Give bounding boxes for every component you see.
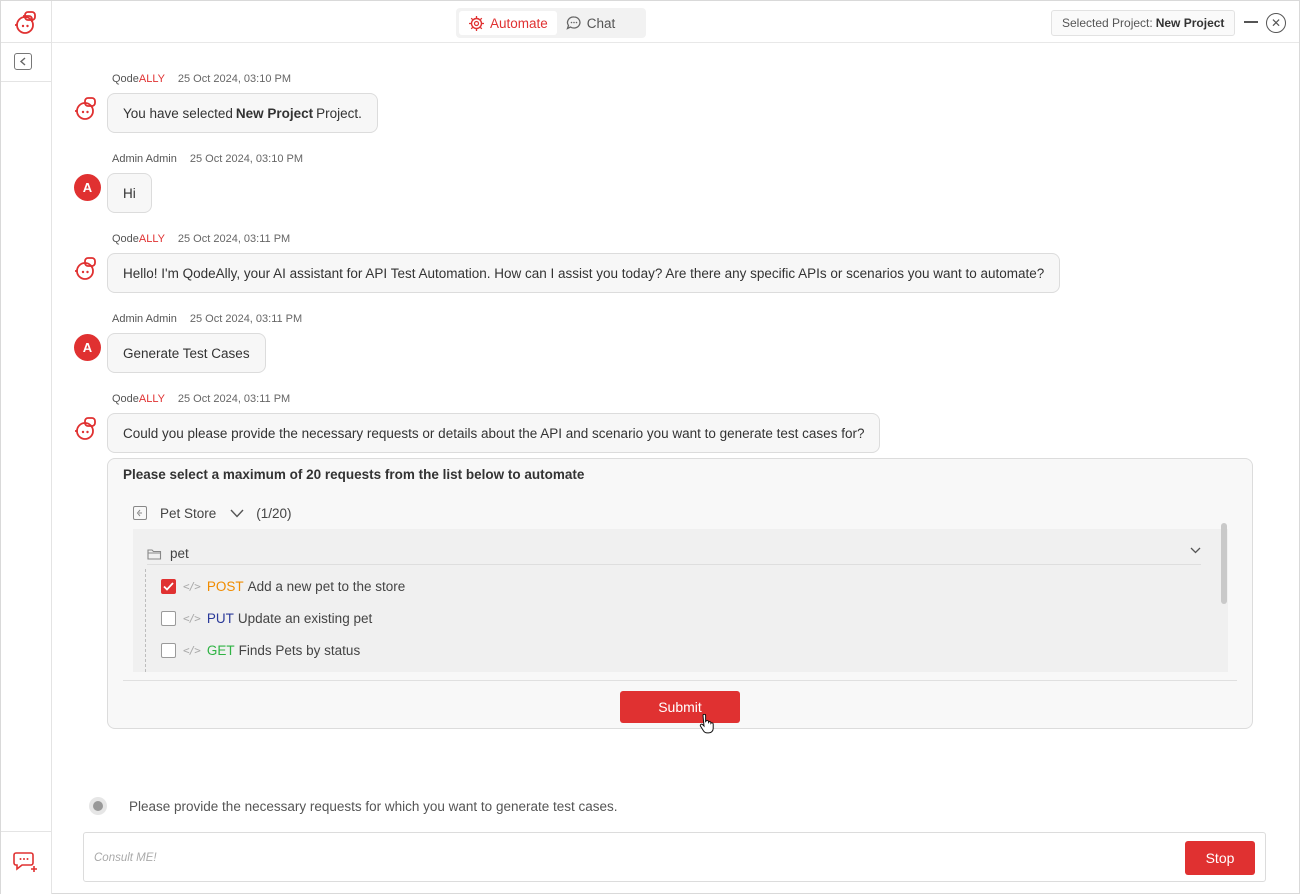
message-bubble: Hello! I'm QodeAlly, your AI assistant f… (107, 253, 1061, 293)
message-text: Hello! I'm QodeAlly, your AI assistant f… (123, 265, 1045, 281)
status-text: Please provide the necessary requests fo… (129, 798, 618, 814)
gear-sparkle-icon (469, 15, 484, 31)
message-bubble: Could you please provide the necessary r… (107, 413, 881, 453)
method-post: POST (206, 578, 244, 594)
collapse-left-icon[interactable] (14, 53, 32, 70)
message-time: 25 Oct 2024, 03:11 PM (177, 393, 291, 405)
selection-count: (1/20) (256, 505, 292, 521)
message-time: 25 Oct 2024, 03:10 PM (177, 73, 292, 85)
sender-name: Admin Admin (112, 313, 177, 325)
method-put: PUT (206, 610, 234, 626)
request-name: Update an existing pet (237, 610, 373, 626)
code-icon: </> (183, 611, 201, 625)
message-time: 25 Oct 2024, 03:11 PM (177, 233, 291, 245)
message-bold-text: New Project (235, 105, 314, 121)
message-meta: QodeALLY 25 Oct 2024, 03:10 PM (112, 73, 291, 85)
message-text: You have selected (123, 105, 233, 121)
message-bubble: You have selected New Project Project. (107, 93, 378, 133)
sender-name: QodeALLY (112, 393, 165, 405)
message-text: Hi (123, 185, 136, 201)
mode-tabs: Automate Chat (456, 8, 646, 38)
folder-name: pet (170, 546, 189, 561)
user-avatar: A (74, 334, 101, 361)
chevron-down-icon[interactable] (230, 509, 244, 518)
app-window: Automate Chat Selected Project: New Proj… (0, 0, 1300, 894)
project-name: New Project (1155, 16, 1225, 30)
request-checkbox[interactable] (161, 610, 176, 626)
request-checkbox[interactable] (161, 642, 176, 658)
tab-automate[interactable]: Automate (459, 11, 557, 35)
hand-cursor-icon (699, 714, 714, 734)
message-input[interactable] (94, 847, 1174, 869)
left-rail (1, 1, 52, 894)
new-chat-icon[interactable] (13, 849, 39, 875)
submit-button[interactable]: Submit (620, 691, 740, 723)
message-text: Generate Test Cases (123, 345, 250, 361)
request-item[interactable]: </> PUT Update an existing pet (161, 608, 372, 628)
project-label: Selected Project: (1062, 16, 1153, 30)
message-time: 25 Oct 2024, 03:11 PM (189, 313, 303, 325)
request-item[interactable]: </> GET Finds Pets by status (161, 640, 360, 660)
selected-project-badge[interactable]: Selected Project: New Project (1051, 10, 1236, 36)
collection-icon (133, 506, 147, 520)
close-icon[interactable]: ✕ (1266, 13, 1286, 33)
panel-divider (123, 680, 1237, 681)
request-name: Add a new pet to the store (247, 578, 406, 594)
collection-row[interactable]: Pet Store (1/20) (133, 503, 292, 523)
chevron-down-icon[interactable] (1190, 547, 1201, 554)
message-meta: QodeALLY 25 Oct 2024, 03:11 PM (112, 393, 290, 405)
message-time: 25 Oct 2024, 03:10 PM (189, 153, 304, 165)
top-bar: Automate Chat Selected Project: New Proj… (52, 1, 1299, 43)
tab-chat[interactable]: Chat (557, 11, 625, 35)
stop-button[interactable]: Stop (1185, 841, 1255, 875)
message-meta: Admin Admin 25 Oct 2024, 03:10 PM (112, 153, 303, 165)
tab-chat-label: Chat (586, 15, 616, 31)
minimize-icon[interactable] (1244, 21, 1258, 23)
request-selector-panel: Please select a maximum of 20 requests f… (107, 458, 1253, 729)
code-icon: </> (183, 643, 201, 657)
loading-spinner-icon (89, 797, 107, 815)
sender-name: QodeALLY (112, 73, 165, 85)
request-item[interactable]: </> POST Add a new pet to the store (161, 576, 405, 596)
selector-title: Please select a maximum of 20 requests f… (123, 467, 585, 482)
chat-bubble-icon (566, 16, 581, 30)
folder-row[interactable]: pet (147, 543, 1201, 565)
folder-icon (147, 548, 162, 560)
message-text: Could you please provide the necessary r… (123, 425, 865, 441)
sender-name: QodeALLY (112, 233, 165, 245)
status-line: Please provide the necessary requests fo… (89, 797, 618, 815)
bot-avatar-icon (75, 97, 96, 120)
code-icon: </> (183, 579, 201, 593)
bot-avatar-icon (75, 257, 96, 280)
collection-name: Pet Store (160, 505, 217, 521)
message-composer: Stop (83, 832, 1266, 882)
sender-name: Admin Admin (112, 153, 177, 165)
message-meta: Admin Admin 25 Oct 2024, 03:11 PM (112, 313, 302, 325)
user-avatar: A (74, 174, 101, 201)
request-list: pet </> POST Add a new pet to the store … (133, 523, 1228, 672)
bot-avatar-icon (75, 417, 96, 440)
tree-guide-line (145, 569, 146, 672)
list-scrollbar[interactable] (1221, 523, 1227, 604)
tab-automate-label: Automate (490, 15, 548, 31)
request-name: Finds Pets by status (238, 642, 361, 658)
message-bubble: Generate Test Cases (107, 333, 266, 373)
qodeally-logo-icon[interactable] (14, 10, 40, 36)
message-text-suffix: Project. (316, 105, 362, 121)
request-checkbox[interactable] (161, 578, 176, 594)
message-bubble: Hi (107, 173, 152, 213)
method-get: GET (206, 642, 235, 658)
message-meta: QodeALLY 25 Oct 2024, 03:11 PM (112, 233, 290, 245)
